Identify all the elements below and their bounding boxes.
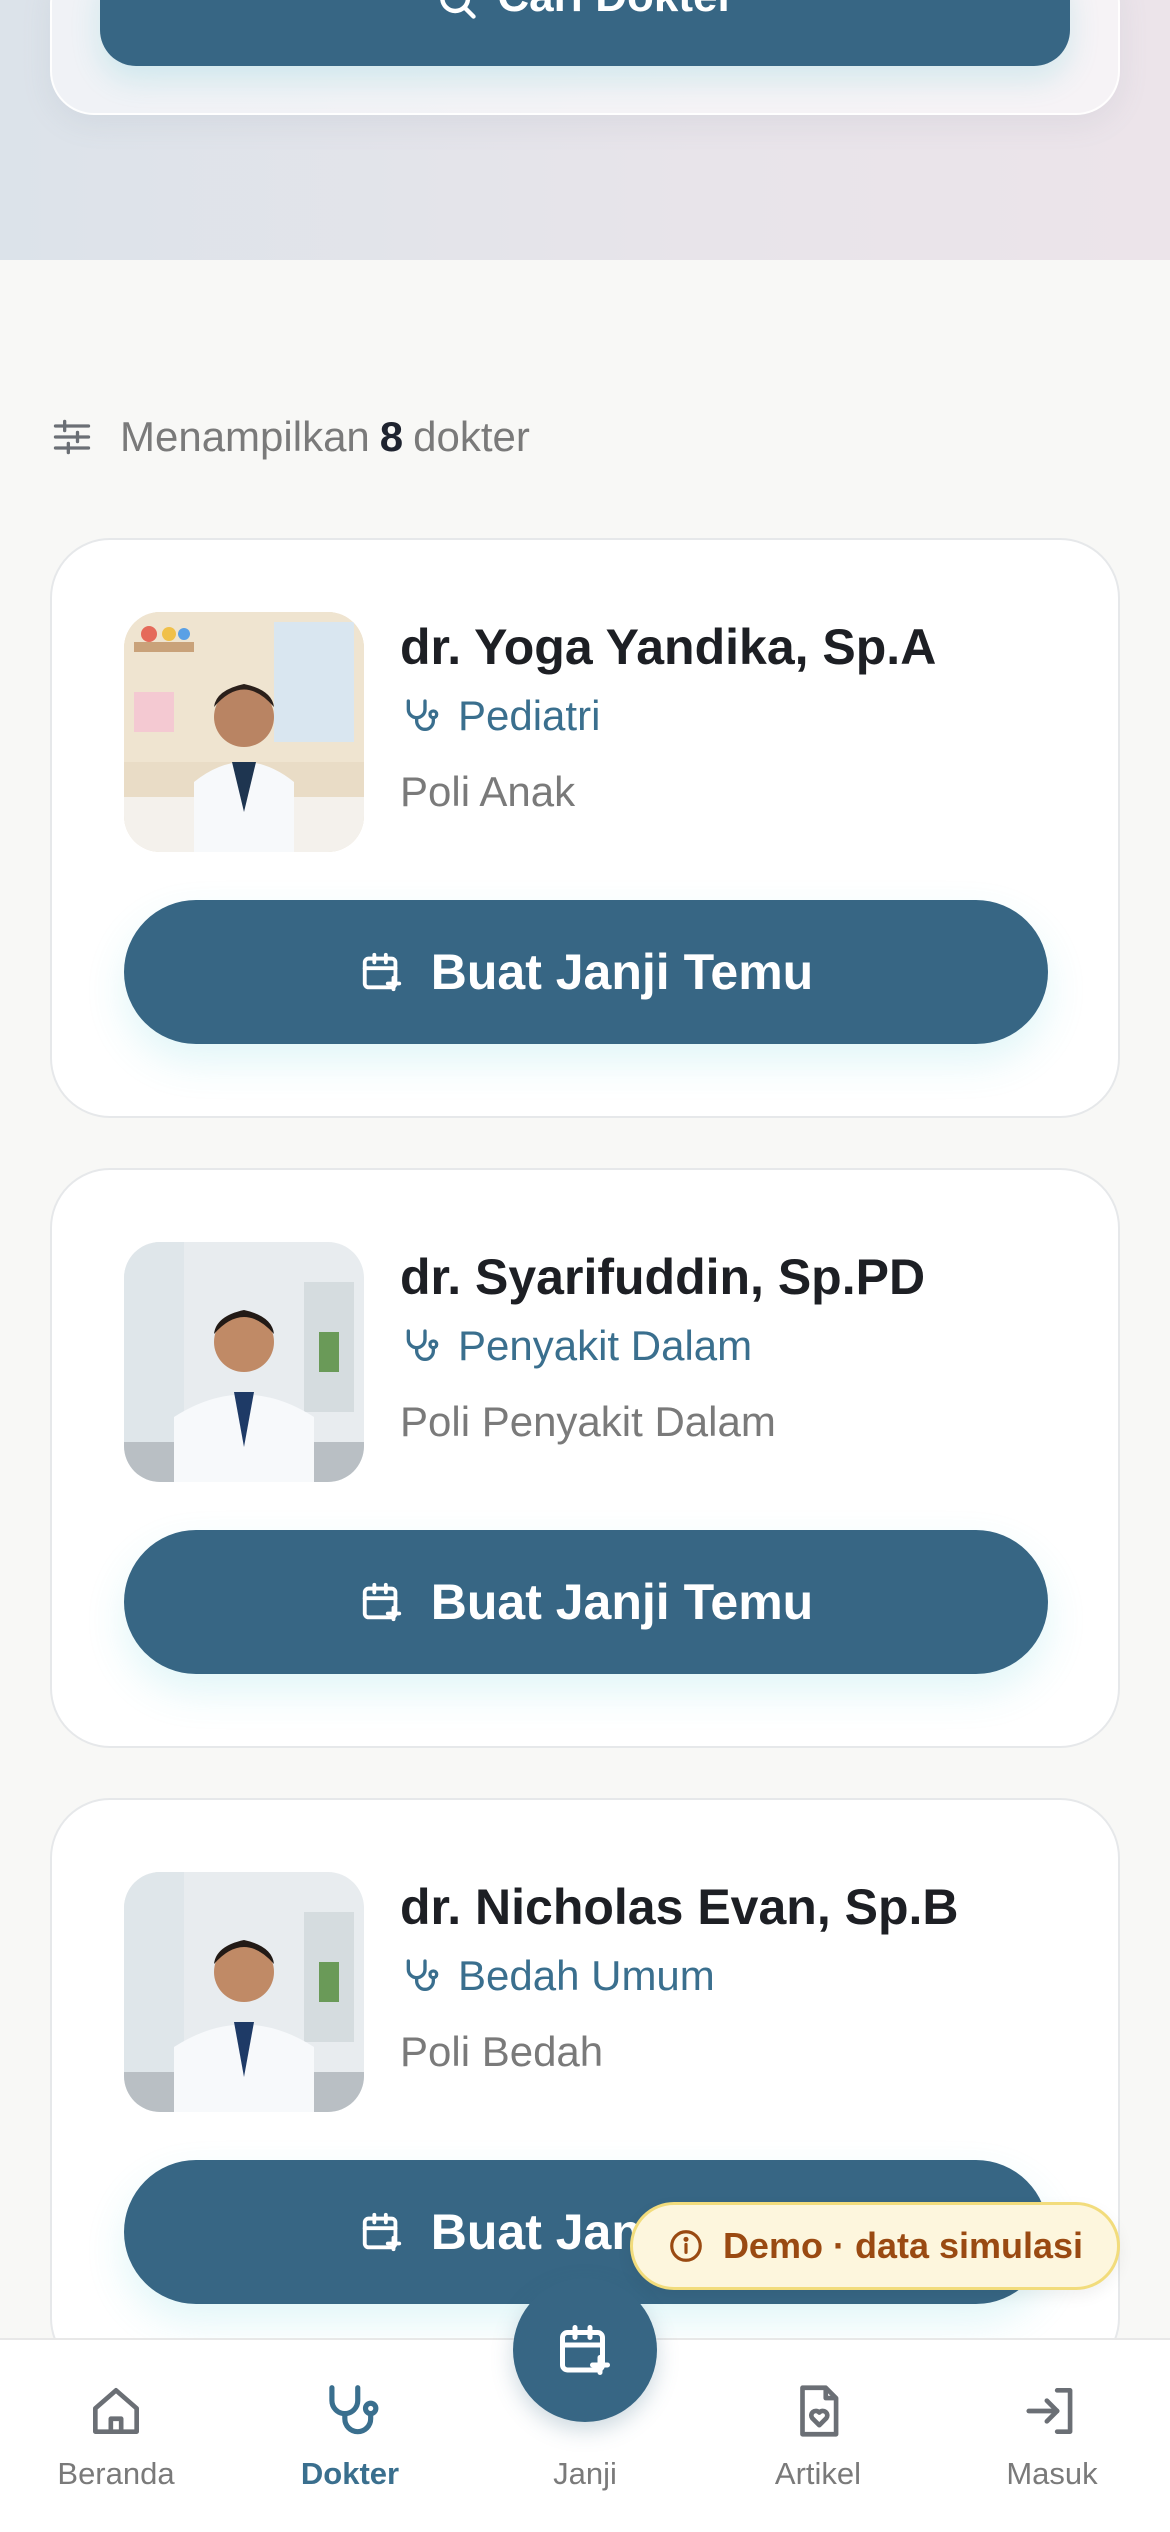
result-suffix: dokter — [413, 413, 530, 460]
stethoscope-icon — [406, 1959, 439, 1991]
nav-label-janji[interactable]: Janji — [485, 2456, 685, 2492]
info-icon — [670, 2230, 702, 2262]
result-prefix: Menampilkan — [120, 413, 370, 460]
doctor-name: dr. Syarifuddin, Sp.PD — [400, 1249, 926, 1305]
search-doctor-button[interactable]: Cari Dokter — [100, 0, 1070, 66]
book-button-label: Buat Janji Temu — [430, 1574, 814, 1630]
book-button-label: Buat Janji Temu — [430, 944, 814, 1000]
nav-item-artikel[interactable]: Artikel — [718, 2380, 918, 2492]
nav-item-janji-fab[interactable] — [513, 2278, 657, 2422]
specialty-label: Penyakit Dalam — [458, 1322, 753, 1369]
calendar-plus-icon — [560, 2325, 610, 2375]
doctor-clinic: Poli Bedah — [400, 2028, 604, 2075]
demo-data-badge: Demo · data simulasi — [630, 2202, 1120, 2290]
doctor-card[interactable]: dr. Yoga Yandika, Sp.A Pediatri Poli Ana… — [50, 538, 1120, 1118]
nav-label: Masuk — [1006, 2456, 1098, 2491]
nav-label: Artikel — [774, 2456, 862, 2491]
doctor-photo — [124, 1872, 364, 2112]
book-appointment-button[interactable]: Buat Janji Temu — [124, 900, 1048, 1044]
doctor-photo — [124, 612, 364, 852]
doctor-specialty: Bedah Umum — [400, 1952, 715, 2000]
doctor-card[interactable]: dr. Syarifuddin, Sp.PD Penyakit Dalam Po… — [50, 1168, 1120, 1748]
home-icon — [93, 2388, 139, 2434]
login-icon — [1026, 2388, 1073, 2434]
stethoscope-icon — [406, 699, 439, 731]
calendar-plus-icon — [362, 952, 401, 992]
nav-label: Dokter — [300, 2456, 400, 2491]
demo-badge-label: Demo · data simulasi — [722, 2225, 1084, 2266]
calendar-plus-icon — [362, 2212, 401, 2252]
nav-label: Beranda — [57, 2456, 175, 2491]
search-icon — [440, 0, 477, 19]
filter-sliders-icon[interactable] — [50, 415, 94, 459]
article-icon — [800, 2385, 839, 2437]
doctor-specialty: Penyakit Dalam — [400, 1322, 752, 1370]
doctor-specialty: Pediatri — [400, 692, 600, 740]
doctor-clinic: Poli Anak — [400, 768, 576, 815]
specialty-label: Pediatri — [458, 692, 601, 739]
result-count: Menampilkan 8 dokter — [50, 412, 530, 462]
search-button-label: Cari Dokter — [497, 0, 734, 22]
specialty-label: Bedah Umum — [458, 1952, 715, 1999]
doctor-photo — [124, 1242, 364, 1482]
book-appointment-button[interactable]: Buat Janji Temu — [124, 1530, 1048, 1674]
nav-item-beranda[interactable]: Beranda — [16, 2380, 216, 2492]
doctor-clinic: Poli Penyakit Dalam — [400, 1398, 776, 1445]
stethoscope-icon — [406, 1329, 439, 1361]
calendar-plus-icon — [362, 1582, 401, 1622]
stethoscope-icon — [329, 2385, 379, 2435]
nav-item-dokter[interactable]: Dokter — [250, 2380, 450, 2492]
doctor-name: dr. Yoga Yandika, Sp.A — [400, 619, 937, 675]
nav-item-masuk[interactable]: Masuk — [952, 2380, 1152, 2492]
doctor-name: dr. Nicholas Evan, Sp.B — [400, 1879, 959, 1935]
result-count-number: 8 — [379, 413, 404, 460]
